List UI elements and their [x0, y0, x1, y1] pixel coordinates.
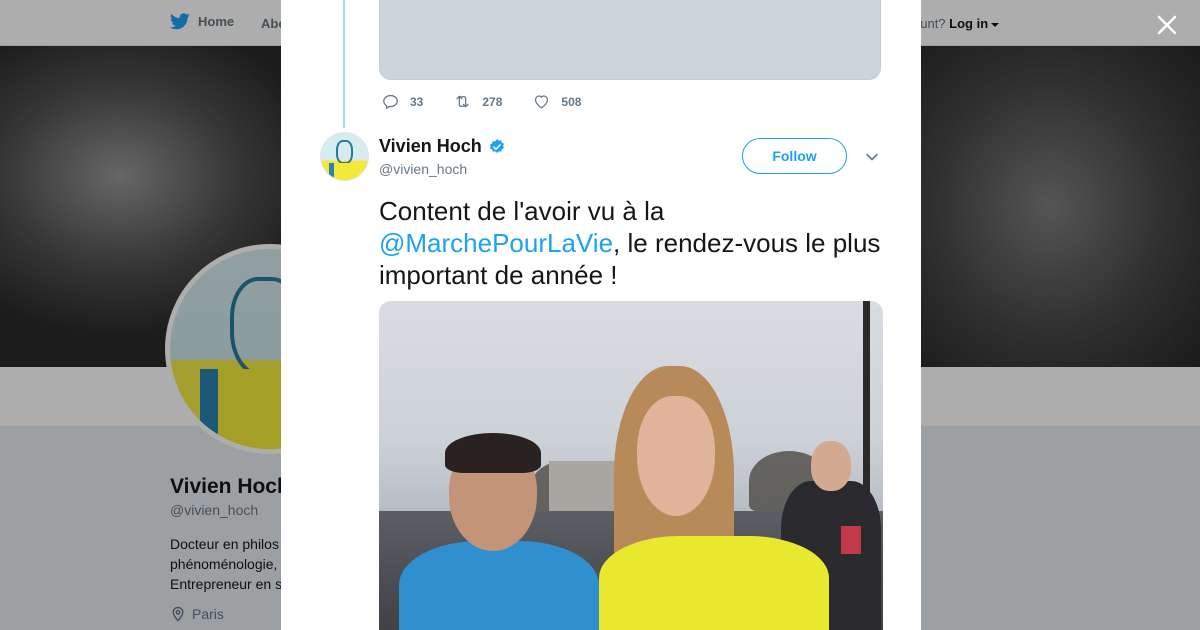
- photo-person: [399, 541, 599, 630]
- reply-count: 33: [410, 94, 424, 109]
- reply-button[interactable]: 33: [381, 92, 423, 111]
- like-icon: [535, 95, 549, 109]
- follow-button[interactable]: Follow: [742, 138, 847, 174]
- tweet-photo[interactable]: [379, 301, 883, 630]
- like-count: 508: [561, 94, 582, 109]
- verified-icon: [489, 138, 504, 153]
- author-avatar[interactable]: [320, 132, 369, 181]
- mention-link[interactable]: @MarchePourLaVie: [379, 228, 613, 258]
- chevron-down-icon[interactable]: [865, 150, 879, 164]
- overlay-backdrop-right[interactable]: [921, 0, 1200, 630]
- photo-person-head: [811, 441, 851, 491]
- author-name[interactable]: Vivien Hoch: [379, 136, 506, 157]
- photo-person: [599, 536, 829, 630]
- avatar-body: [329, 163, 361, 180]
- reply-icon: [383, 94, 398, 109]
- tweet-text: Content de l'avoir vu à la @MarchePourLa…: [379, 195, 884, 291]
- photo-person-head: [637, 396, 715, 516]
- avatar-face: [336, 140, 353, 164]
- previous-tweet-actions: 33 278 508: [381, 92, 611, 111]
- like-button[interactable]: 508: [532, 92, 581, 111]
- author-handle[interactable]: @vivien_hoch: [379, 161, 467, 177]
- close-icon[interactable]: [1152, 10, 1182, 40]
- previous-tweet-media[interactable]: [379, 0, 881, 80]
- thread-connector-line: [343, 0, 345, 128]
- retweet-button[interactable]: 278: [453, 92, 502, 111]
- tweet-text-before: Content de l'avoir vu à la: [379, 196, 665, 226]
- tweet-modal: 33 278 508 Vivien Hoch @vivien_hoch Foll…: [281, 0, 921, 630]
- overlay-backdrop-left[interactable]: [0, 0, 281, 630]
- photo-person-hair: [445, 433, 541, 473]
- retweet-count: 278: [482, 94, 503, 109]
- author-name-label: Vivien Hoch: [379, 136, 482, 156]
- retweet-icon: [456, 95, 470, 108]
- photo-sign: [841, 526, 861, 554]
